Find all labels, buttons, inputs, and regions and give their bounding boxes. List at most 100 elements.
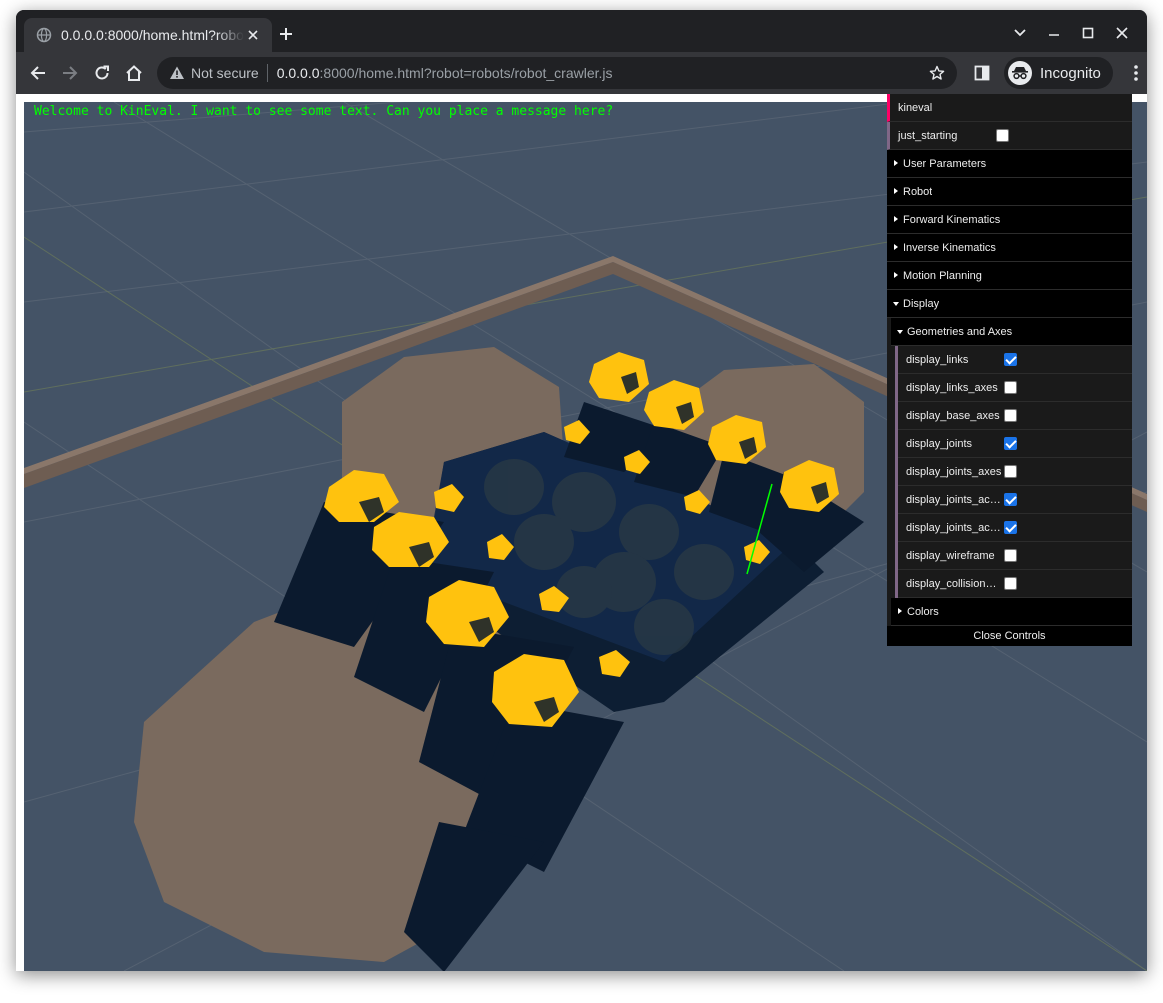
folder-robot[interactable]: Robot <box>887 178 1132 206</box>
new-tab-button[interactable] <box>274 22 298 46</box>
plus-icon <box>280 28 292 40</box>
browser-menu-button[interactable] <box>1121 57 1147 89</box>
gui-row-display-links-axes[interactable]: display_links_axes <box>898 374 1132 402</box>
gui-row-display-joints-active[interactable]: display_joints_active <box>898 486 1132 514</box>
tab-title: 0.0.0.0:8000/home.html?robot=robots/robo… <box>61 27 244 43</box>
folder-label: Motion Planning <box>903 269 982 282</box>
folder-label: Forward Kinematics <box>903 213 1001 226</box>
folder-label: Inverse Kinematics <box>903 241 996 254</box>
security-status[interactable]: Not secure <box>191 65 259 81</box>
caret-right-icon <box>898 608 902 614</box>
folder-motion-planning[interactable]: Motion Planning <box>887 262 1132 290</box>
display-links-checkbox[interactable] <box>1004 353 1017 366</box>
display-wireframe-checkbox[interactable] <box>1004 549 1017 562</box>
checkbox-label: display_joints <box>906 437 973 450</box>
url-text[interactable]: 0.0.0.0:8000/home.html?robot=robots/robo… <box>277 65 927 81</box>
status-message: Welcome to KinEval. I want to see some t… <box>34 104 614 119</box>
gui-row-display-collision-bboxes[interactable]: display_collision_bboxes <box>898 570 1132 598</box>
checkbox-label: display_base_axes <box>906 409 1000 422</box>
checkbox-label: display_joints_active <box>906 493 1002 506</box>
page-viewport: Welcome to KinEval. I want to see some t… <box>16 94 1147 971</box>
checkbox-label: display_links_axes <box>906 381 998 394</box>
caret-right-icon <box>894 188 898 194</box>
window-controls <box>1003 20 1139 46</box>
arrow-right-icon <box>63 66 78 80</box>
caret-right-icon <box>894 272 898 278</box>
warning-icon[interactable] <box>169 65 185 81</box>
just-starting-checkbox[interactable] <box>996 129 1009 142</box>
checkbox-label: display_wireframe <box>906 549 995 562</box>
gui-title-kineval: kineval <box>887 94 1132 122</box>
display-joints-checkbox[interactable] <box>1004 437 1017 450</box>
folder-forward-kinematics[interactable]: Forward Kinematics <box>887 206 1132 234</box>
kebab-menu-icon <box>1134 65 1138 81</box>
gui-row-display-wireframe[interactable]: display_wireframe <box>898 542 1132 570</box>
caret-down-icon <box>897 330 903 334</box>
folder-label: User Parameters <box>903 157 987 170</box>
side-panel-button[interactable] <box>966 57 998 89</box>
controls-panel: kineval just_starting User Parameters Ro… <box>887 94 1132 646</box>
gui-row-display-joints-active-axes[interactable]: display_joints_active_axes <box>898 514 1132 542</box>
gui-row-just-starting[interactable]: just_starting <box>887 122 1132 150</box>
display-links-axes-checkbox[interactable] <box>1004 381 1017 394</box>
checkbox-label: just_starting <box>898 129 958 142</box>
bookmark-star-icon[interactable] <box>927 63 947 83</box>
maximize-icon <box>1082 27 1094 39</box>
display-joints-active-axes-checkbox[interactable] <box>1004 521 1017 534</box>
minimize-button[interactable] <box>1037 20 1071 46</box>
folder-geometries-and-axes[interactable]: Geometries and Axes <box>891 318 1132 346</box>
browser-toolbar: Not secure 0.0.0.0:8000/home.html?robot=… <box>16 52 1147 94</box>
maximize-button[interactable] <box>1071 20 1105 46</box>
display-joints-active-checkbox[interactable] <box>1004 493 1017 506</box>
gui-row-display-base-axes[interactable]: display_base_axes <box>898 402 1132 430</box>
display-base-axes-checkbox[interactable] <box>1004 409 1017 422</box>
folder-inverse-kinematics[interactable]: Inverse Kinematics <box>887 234 1132 262</box>
display-folder-contents: Geometries and Axes display_links displa… <box>891 318 1132 626</box>
close-icon <box>1116 27 1128 39</box>
arrow-left-icon <box>30 66 45 80</box>
checkbox-label: display_joints_axes <box>906 465 1002 478</box>
close-tab-icon[interactable] <box>244 26 262 44</box>
close-window-button[interactable] <box>1105 20 1139 46</box>
home-icon <box>126 65 142 81</box>
checkbox-label: display_joints_active_axes <box>906 521 1002 534</box>
caret-right-icon <box>894 244 898 250</box>
reload-icon <box>95 65 109 80</box>
folder-display[interactable]: Display <box>887 290 1132 318</box>
incognito-label: Incognito <box>1040 64 1101 82</box>
incognito-profile-button[interactable]: Incognito <box>1004 57 1113 89</box>
browser-tab[interactable]: 0.0.0.0:8000/home.html?robot=robots/robo… <box>24 18 272 52</box>
caret-right-icon <box>894 216 898 222</box>
incognito-icon <box>1008 61 1032 85</box>
reload-button[interactable] <box>86 57 118 89</box>
geometries-folder-contents: display_links display_links_axes display… <box>895 346 1132 598</box>
chevron-down-icon <box>1014 29 1026 37</box>
display-collision-bboxes-checkbox[interactable] <box>1004 577 1017 590</box>
close-controls-button[interactable]: Close Controls <box>887 626 1132 646</box>
back-button[interactable] <box>22 57 54 89</box>
caret-right-icon <box>894 160 898 166</box>
folder-colors[interactable]: Colors <box>891 598 1132 626</box>
caret-down-icon <box>893 302 899 306</box>
folder-user-parameters[interactable]: User Parameters <box>887 150 1132 178</box>
address-divider <box>266 64 268 82</box>
side-panel-icon <box>974 65 990 81</box>
minimize-icon <box>1049 34 1059 36</box>
gui-row-display-joints[interactable]: display_joints <box>898 430 1132 458</box>
gui-row-display-joints-axes[interactable]: display_joints_axes <box>898 458 1132 486</box>
toolbar-right: Incognito <box>966 57 1147 89</box>
browser-window: 0.0.0.0:8000/home.html?robot=robots/robo… <box>16 10 1147 971</box>
tab-search-button[interactable] <box>1003 20 1037 46</box>
url-host: 0.0.0.0 <box>276 65 320 81</box>
checkbox-label: display_links <box>906 353 969 366</box>
globe-icon <box>36 27 52 43</box>
folder-label: Geometries and Axes <box>907 325 1013 338</box>
forward-button[interactable] <box>54 57 86 89</box>
gui-title-label: kineval <box>898 101 933 114</box>
display-joints-axes-checkbox[interactable] <box>1004 465 1017 478</box>
tab-strip: 0.0.0.0:8000/home.html?robot=robots/robo… <box>16 10 1147 52</box>
gui-row-display-links[interactable]: display_links <box>898 346 1132 374</box>
url-path: :8000/home.html?robot=robots/robot_crawl… <box>319 65 613 81</box>
home-button[interactable] <box>118 57 150 89</box>
address-bar[interactable]: Not secure 0.0.0.0:8000/home.html?robot=… <box>157 57 957 89</box>
